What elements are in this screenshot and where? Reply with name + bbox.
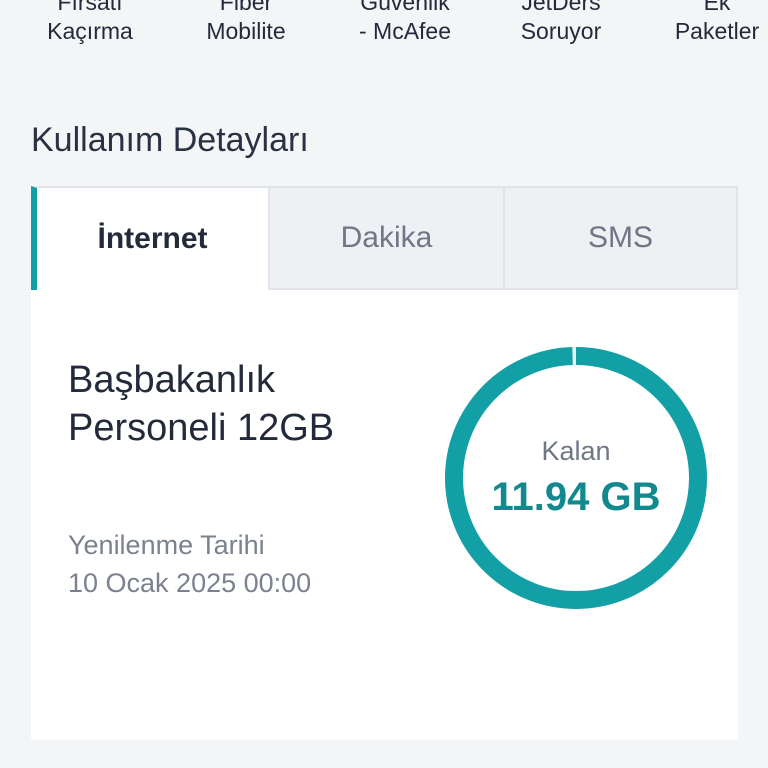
usage-tabs: İnternet Dakika SMS xyxy=(31,186,738,290)
shortcut-fiber-mobilite[interactable]: Fiber Mobilite xyxy=(171,0,321,46)
renew-date-value: 10 Ocak 2025 00:00 xyxy=(68,568,312,598)
shortcut-label-line1: Güvenlik xyxy=(360,0,450,15)
remaining-label: Kalan xyxy=(541,436,611,466)
shortcut-label-line1: Ek xyxy=(703,0,731,15)
shortcut-label-line2: Kaçırma xyxy=(47,18,133,44)
shortcut-row: Fırsatı Kaçırma Fiber Mobilite Güvenlik … xyxy=(0,0,768,60)
shortcut-ek-paketler[interactable]: Ek Paketler xyxy=(642,0,768,46)
tab-internet[interactable]: İnternet xyxy=(31,186,268,290)
package-name-line1: Başbakanlık xyxy=(68,359,276,401)
shortcut-label-line2: - McAfee xyxy=(358,18,452,44)
remaining-value: 11.94 GB xyxy=(491,475,661,519)
shortcut-label-line1: JetDers xyxy=(521,0,601,15)
package-name-line2: Personeli 12GB xyxy=(68,407,335,449)
shortcut-label-line2: Paketler xyxy=(674,18,760,44)
usage-card: Başbakanlık Personeli 12GB Yenilenme Tar… xyxy=(31,290,738,740)
shortcut-jetders-soruyor[interactable]: JetDers Soruyor xyxy=(486,0,636,46)
shortcut-guvenlik-mcafee[interactable]: Güvenlik - McAfee xyxy=(330,0,480,46)
shortcut-label-line1: Fırsatı xyxy=(57,0,123,15)
gauge-text: Kalan 11.94 GB xyxy=(444,346,708,610)
section-title: Kullanım Detayları xyxy=(31,121,309,159)
shortcut-firsati-kacirma[interactable]: Fırsatı Kaçırma xyxy=(15,0,165,46)
renew-date-label: Yenilenme Tarihi xyxy=(68,530,265,560)
package-name: Başbakanlık Personeli 12GB xyxy=(68,356,408,452)
shortcut-label-line1: Fiber xyxy=(219,0,273,15)
tab-dakika[interactable]: Dakika xyxy=(268,186,503,290)
tab-sms[interactable]: SMS xyxy=(503,186,738,290)
shortcut-label-line2: Soruyor xyxy=(520,18,602,44)
shortcut-label-line2: Mobilite xyxy=(206,18,286,44)
